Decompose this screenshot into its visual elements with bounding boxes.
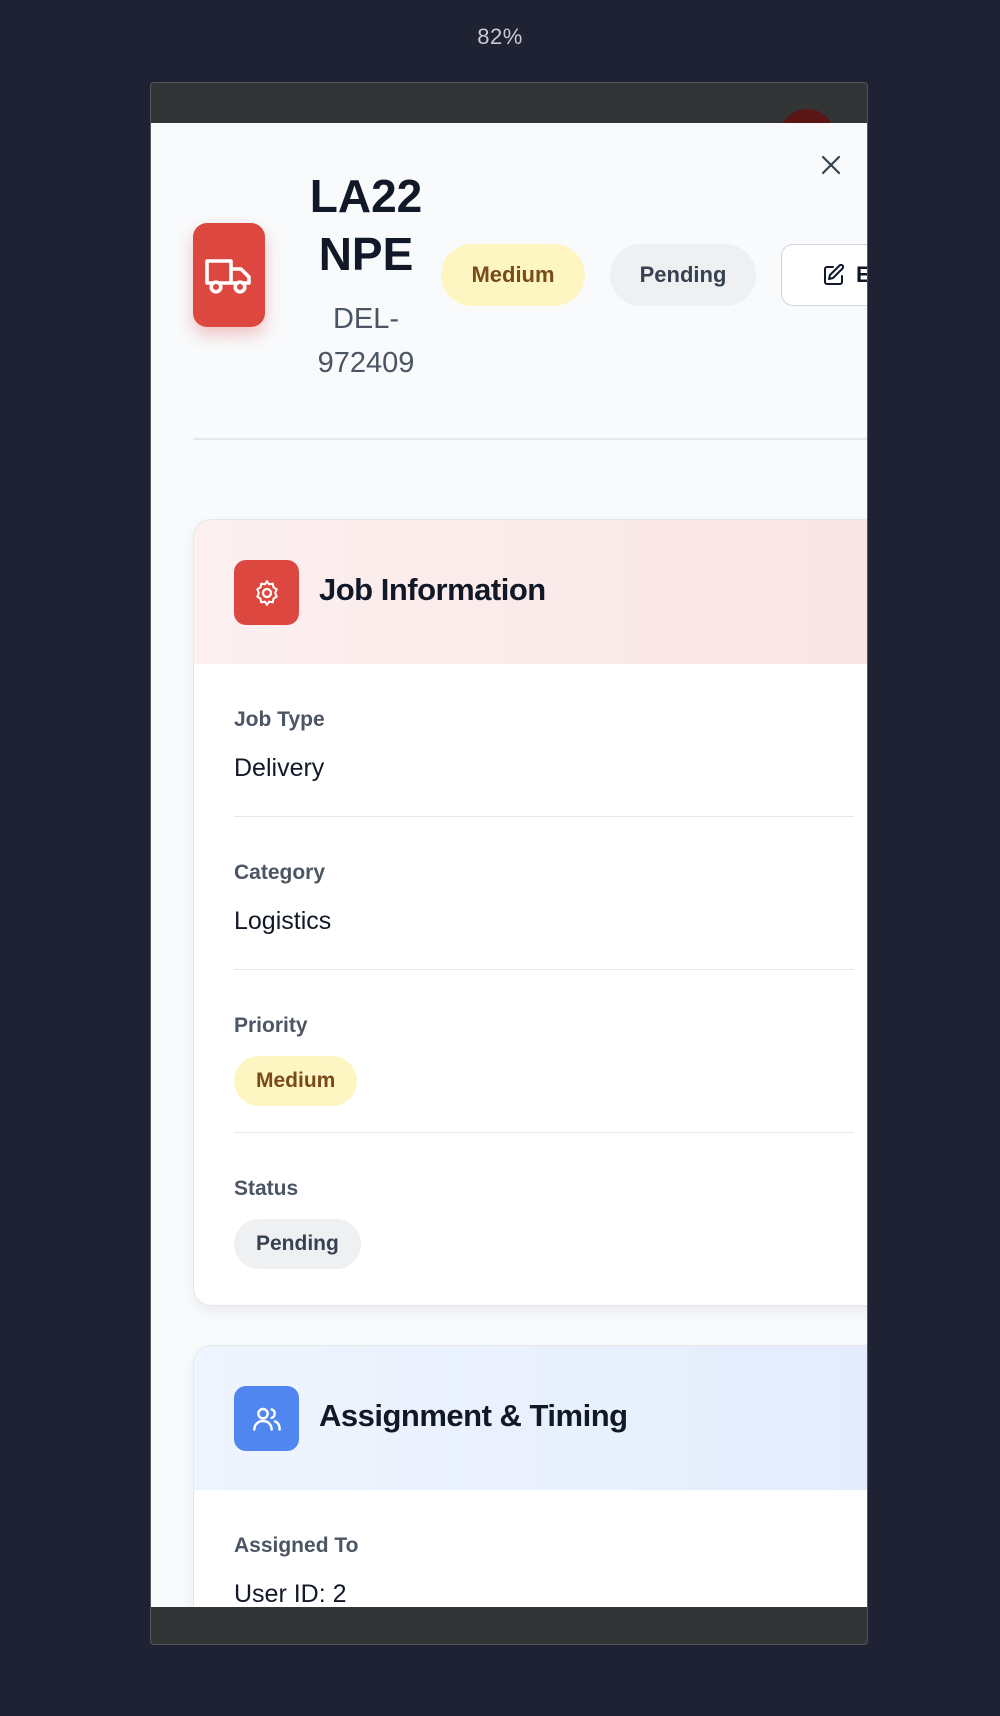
status-label: Status [234, 1177, 299, 1200]
priority-badge: Medium [441, 244, 585, 306]
category-field: Category Logistics [234, 817, 854, 970]
job-type-value: Delivery [234, 754, 325, 782]
truck-badge [193, 223, 265, 327]
gear-icon [255, 579, 278, 606]
page-title: LA22 NPE [309, 170, 423, 280]
truck-icon [205, 259, 251, 294]
status-field: Status Pending [234, 1133, 854, 1303]
job-reference: DEL-972409 [317, 303, 415, 379]
close-icon [821, 155, 841, 175]
assignment-card: Assignment & Timing Assigned To User ID:… [193, 1345, 867, 1607]
header-divider [193, 438, 867, 440]
category-label: Category [234, 861, 326, 884]
priority-value-badge: Medium [234, 1056, 358, 1106]
priority-label: Priority [234, 1014, 308, 1037]
job-information-icon-badge [234, 560, 299, 625]
edit-button[interactable]: Edit [781, 244, 867, 306]
assignment-title: Assignment & Timing [319, 1398, 628, 1433]
job-type-field: Job Type Delivery [234, 664, 854, 817]
assignment-header: Assignment & Timing [194, 1346, 867, 1490]
job-detail-modal: LA22 NPE DEL-972409 Medium Pending Edit [151, 123, 867, 1607]
job-information-header: Job Information [194, 520, 867, 664]
assigned-to-label: Assigned To [234, 1534, 359, 1557]
category-value: Logistics [234, 907, 332, 935]
assignment-icon-badge [234, 1386, 299, 1451]
edit-icon [824, 263, 845, 285]
status-value-badge: Pending [234, 1219, 361, 1269]
assigned-to-value: User ID: 2 [234, 1580, 347, 1607]
edit-button-label: Edit [856, 262, 867, 288]
status-badge: Pending [610, 244, 756, 306]
job-information-title: Job Information [319, 572, 546, 607]
job-information-card: Job Information Job Type Delivery Catego… [193, 519, 867, 1306]
job-type-label: Job Type [234, 708, 325, 731]
assigned-to-field: Assigned To User ID: 2 [234, 1490, 854, 1607]
users-icon [252, 1407, 281, 1431]
zoom-level: 82% [477, 24, 523, 49]
priority-field: Priority Medium [234, 970, 854, 1133]
close-button[interactable] [811, 145, 851, 185]
browser-frame: LA22 NPE DEL-972409 Medium Pending Edit [150, 82, 868, 1645]
